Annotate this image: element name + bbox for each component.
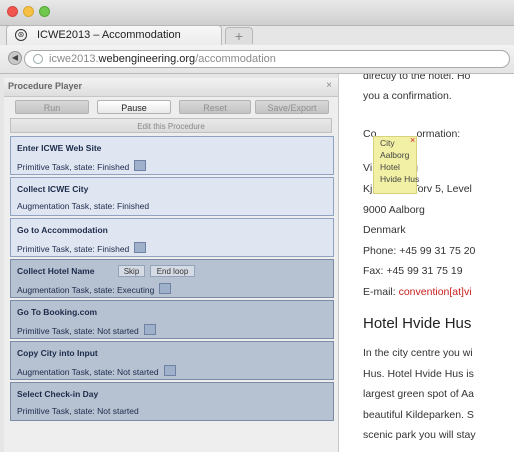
phone-line: Phone: +45 99 31 75 20 (363, 245, 476, 257)
end-loop-button[interactable]: End loop (150, 265, 195, 277)
browser-window: ⊛ ICWE2013 – Accommodation + ◀ icwe2013.… (0, 0, 514, 452)
url-path: /accommodation (195, 53, 276, 65)
task-state-text: Augmentation Task, state: Executing (17, 285, 155, 295)
task-state: Augmentation Task, state: Executing (17, 283, 172, 295)
page-text-line: directly to the hotel. Ho (363, 74, 471, 82)
task-state-text: Primitive Task, state: Finished (17, 162, 130, 172)
augmentation-tooltip: × City Aalborg Hotel Hvide Hus (373, 135, 420, 194)
paragraph-line: scenic park you will stay (363, 429, 476, 441)
task-edit-icon[interactable] (134, 160, 147, 171)
zoom-window-button[interactable] (39, 6, 50, 17)
paragraph-line: largest green spot of Aa (363, 388, 474, 400)
task-state-text: Primitive Task, state: Not started (17, 406, 139, 416)
task-name: Go to Accommodation (17, 225, 108, 235)
reset-button[interactable]: Reset (179, 100, 251, 114)
close-icon[interactable]: × (326, 80, 332, 91)
url-text: icwe2013.webengineering.org/accommodatio… (49, 53, 276, 65)
task-edit-icon[interactable] (163, 365, 176, 376)
task-item[interactable]: Collect ICWE City Augmentation Task, sta… (10, 177, 334, 216)
player-controls: Run Pause Reset Save/Export (4, 100, 338, 116)
tooltip-line: Hotel (380, 162, 400, 172)
task-edit-icon[interactable] (134, 242, 147, 253)
task-name: Enter ICWE Web Site (17, 143, 102, 153)
task-name: Collect Hotel Name (17, 266, 95, 276)
task-item[interactable]: Enter ICWE Web Site Primitive Task, stat… (10, 136, 334, 175)
city-line: 9000 Aalborg (363, 204, 425, 216)
task-state-text: Primitive Task, state: Finished (17, 244, 130, 254)
paragraph-line: Hus. Hotel Hvide Hus is (363, 368, 474, 380)
edit-procedure-button[interactable]: Edit this Procedure (10, 118, 332, 133)
task-name: Select Check-in Day (17, 389, 99, 399)
task-state: Augmentation Task, state: Not started (17, 365, 176, 377)
country-line: Denmark (363, 224, 406, 236)
pause-button[interactable]: Pause (97, 100, 171, 114)
web-page-content: directly to the hotel. Ho you a confirma… (339, 74, 514, 452)
tooltip-line: Aalborg (380, 150, 410, 160)
task-state: Primitive Task, state: Not started (17, 406, 139, 416)
task-edit-icon[interactable] (159, 283, 172, 294)
kj-text: Kj (363, 183, 373, 195)
page-text-line: you a confirmation. (363, 90, 452, 102)
task-item[interactable]: Copy City into Input Augmentation Task, … (10, 341, 334, 380)
task-name: Go To Booking.com (17, 307, 98, 317)
fax-line: Fax: +45 99 31 75 19 (363, 265, 463, 277)
tooltip-line: Hvide Hus (380, 174, 420, 184)
task-edit-icon[interactable] (143, 324, 156, 335)
window-controls (7, 6, 50, 17)
task-state: Primitive Task, state: Not started (17, 324, 156, 336)
task-item[interactable]: Go To Booking.com Primitive Task, state:… (10, 300, 334, 339)
task-state: Augmentation Task, state: Finished (17, 201, 149, 211)
task-item[interactable]: Go to Accommodation Primitive Task, stat… (10, 218, 334, 257)
panel-header: Procedure Player × (4, 78, 338, 97)
globe-icon (33, 54, 43, 64)
panel-title: Procedure Player (8, 81, 83, 91)
tooltip-close-icon[interactable]: × (410, 135, 415, 145)
site-favicon-icon: ⊛ (15, 29, 27, 41)
skip-button[interactable]: Skip (118, 265, 145, 277)
tooltip-line: City (380, 138, 395, 148)
email-link[interactable]: convention[at]vi (399, 286, 472, 298)
url-scheme: icwe2013. (49, 53, 99, 65)
task-name: Collect ICWE City (17, 184, 89, 194)
paragraph-line: In the city centre you wi (363, 347, 473, 359)
task-state: Primitive Task, state: Finished (17, 242, 147, 254)
browser-toolbar: ◀ icwe2013.webengineering.org/accommodat… (0, 45, 514, 74)
task-state-text: Augmentation Task, state: Finished (17, 201, 150, 211)
email-label: E-mail: (363, 286, 399, 298)
email-line: E-mail: convention[at]vi (363, 286, 472, 298)
tab-title: ICWE2013 – Accommodation (37, 29, 181, 41)
title-bar (0, 0, 514, 26)
task-name: Copy City into Input (17, 348, 98, 358)
back-icon[interactable]: ◀ (8, 51, 22, 65)
new-tab-button[interactable]: + (225, 27, 253, 44)
tab-accommodation[interactable]: ⊛ ICWE2013 – Accommodation (6, 25, 222, 45)
procedure-player-panel: Procedure Player × Run Pause Reset Save/… (4, 78, 339, 452)
contact-suffix: ormation: (416, 128, 461, 140)
hotel-heading: Hotel Hvide Hus (363, 315, 472, 332)
task-item-executing[interactable]: Collect Hotel Name Skip End loop Augment… (10, 259, 334, 298)
minimize-window-button[interactable] (23, 6, 34, 17)
url-host: webengineering.org (98, 53, 196, 65)
address-bar[interactable]: icwe2013.webengineering.org/accommodatio… (24, 50, 510, 68)
run-button[interactable]: Run (15, 100, 89, 114)
task-item[interactable]: Select Check-in Day Primitive Task, stat… (10, 382, 334, 421)
vi-text: Vi (363, 162, 373, 174)
task-state-text: Augmentation Task, state: Not started (17, 367, 159, 377)
task-state-text: Primitive Task, state: Not started (17, 326, 139, 336)
paragraph-line: beautiful Kildeparken. S (363, 409, 474, 421)
address-tail: Torv 5, Level (412, 183, 472, 195)
save-export-button[interactable]: Save/Export (255, 100, 329, 114)
close-window-button[interactable] (7, 6, 18, 17)
task-state: Primitive Task, state: Finished (17, 160, 147, 172)
